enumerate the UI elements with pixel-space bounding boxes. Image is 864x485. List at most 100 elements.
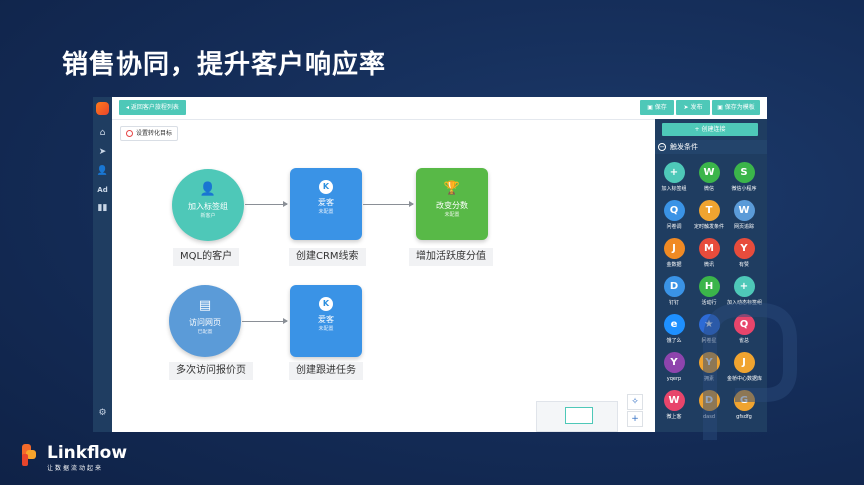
save-label: 保存 (654, 104, 667, 111)
publish-button[interactable]: ➤ 发布 (676, 100, 710, 115)
node-title: 改变分数 (436, 201, 468, 210)
trigger-icon: W (698, 162, 720, 183)
node-status: 未配置 (318, 209, 334, 215)
zoom-in-icon[interactable]: + (627, 411, 643, 427)
node-title: 爱客 (318, 315, 334, 324)
back-button-label: 返回客户旅程列表 (130, 104, 179, 111)
create-connection-button[interactable]: + 创建连接 (662, 123, 758, 136)
goal-label: 设置转化目标 (136, 130, 173, 137)
node-status: 新客户 (200, 213, 216, 219)
node-caption: 多次访问报价页 (169, 362, 253, 380)
node-status: 未配置 (444, 212, 460, 218)
trigger-label: 定时触发条件 (693, 224, 724, 230)
editor-toolbar: ◂ 返回客户旅程列表 ▣ 保存 ➤ 发布 ▣ 保存为模板 (112, 97, 767, 120)
trigger-icon: W (663, 390, 685, 411)
node-caption: 增加活跃度分值 (409, 248, 493, 266)
node-caption: MQL的客户 (173, 248, 240, 266)
trigger-item[interactable]: W 微上客 (657, 390, 691, 421)
node-caption: 创建CRM线索 (289, 248, 366, 266)
journey-editor-window: ⌂ ➤ 👤 Ad ▮▮ ⚙ ◂ 返回客户旅程列表 ▣ 保存 ➤ 发布 ▣ 保存为… (93, 97, 767, 432)
node-title: 爱客 (318, 198, 334, 207)
add-user-icon: 👤 (199, 182, 217, 197)
trigger-item[interactable]: + 加入标签组 (657, 162, 691, 193)
trigger-icon: + (733, 276, 755, 297)
target-icon (126, 130, 133, 137)
trigger-label: 钉钉 (668, 300, 679, 306)
save-button[interactable]: ▣ 保存 (640, 100, 674, 115)
back-to-journey-list-button[interactable]: ◂ 返回客户旅程列表 (119, 100, 186, 115)
section-title: 触发条件 (670, 143, 698, 151)
trigger-item[interactable]: Q 问卷调 (657, 200, 691, 231)
app-logo (96, 102, 109, 115)
trigger-item[interactable]: D 钉钉 (657, 276, 691, 307)
home-icon[interactable]: ⌂ (93, 128, 112, 138)
bar-chart-icon[interactable]: ▮▮ (93, 203, 112, 213)
trigger-label: 问卷调 (666, 224, 682, 230)
left-nav-rail: ⌂ ➤ 👤 Ad ▮▮ ⚙ (93, 97, 112, 432)
trigger-label: 微信 (703, 186, 714, 192)
connector-arrow (245, 201, 288, 207)
trigger-icon: M (698, 238, 720, 259)
trigger-icon: T (698, 200, 720, 221)
node-status: 已配置 (197, 329, 213, 335)
trigger-label: 微讯 (703, 262, 714, 268)
collapse-icon: − (658, 143, 666, 151)
node-title: 访问网页 (189, 318, 221, 327)
trigger-item[interactable]: J 金数据 (657, 238, 691, 269)
node-aike-crm[interactable]: K 爱客 未配置 (290, 168, 362, 240)
trigger-item[interactable]: Yyqerp (657, 352, 691, 383)
connector-arrow (363, 201, 414, 207)
brand-name: Linkflow (47, 443, 128, 463)
brand-tagline: 让数据流动起来 (47, 465, 104, 472)
trigger-label: yqerp (666, 376, 682, 382)
background-decoration (703, 303, 797, 440)
trigger-icon: Q (663, 200, 685, 221)
node-change-score[interactable]: 🏆 改变分数 未配置 (416, 168, 488, 240)
trigger-icon: Y (733, 238, 755, 259)
send-icon[interactable]: ➤ (93, 147, 112, 157)
trigger-icon: Y (663, 352, 685, 373)
node-add-tag-group[interactable]: 👤 加入标签组 新客户 (172, 169, 244, 241)
trigger-section-header[interactable]: − 触发条件 (655, 140, 767, 154)
node-status: 未配置 (318, 326, 334, 332)
trigger-item[interactable]: W 微信 (692, 162, 726, 193)
node-visit-webpage[interactable]: ▤ 访问网页 已配置 (169, 285, 241, 357)
linkflow-mark-icon (22, 444, 36, 466)
trigger-icon: D (663, 276, 685, 297)
save-as-template-button[interactable]: ▣ 保存为模板 (712, 100, 760, 115)
trigger-label: 加入标签组 (661, 186, 687, 192)
trigger-icon: S (733, 162, 755, 183)
save-template-label: 保存为模板 (724, 104, 755, 111)
trigger-item[interactable]: Y 有赞 (727, 238, 761, 269)
trigger-icon: + (663, 162, 685, 183)
user-icon[interactable]: 👤 (93, 166, 112, 176)
ad-icon[interactable]: Ad (93, 185, 112, 195)
k-badge-icon: K (319, 297, 333, 311)
trigger-icon: e (663, 314, 685, 335)
settings-gear-icon[interactable]: ⚙ (93, 408, 112, 418)
trigger-item[interactable]: S 微信小程序 (727, 162, 761, 193)
trigger-item[interactable]: M 微讯 (692, 238, 726, 269)
trigger-label: 微信小程序 (731, 186, 757, 192)
canvas-minimap[interactable] (536, 401, 618, 432)
publish-label: 发布 (690, 104, 703, 111)
trigger-label: 饿了么 (666, 338, 682, 344)
minimap-viewport[interactable] (565, 407, 593, 424)
trigger-item[interactable]: W 网页追踪 (727, 200, 761, 231)
trigger-label: 微上客 (666, 414, 682, 420)
save-icon: ▣ (647, 104, 655, 111)
slide-title: 销售协同，提升客户响应率 (62, 50, 387, 80)
node-caption: 创建跟进任务 (289, 362, 363, 380)
set-conversion-goal-button[interactable]: 设置转化目标 (120, 126, 179, 141)
k-badge-icon: K (319, 180, 333, 194)
trigger-item[interactable]: e 饿了么 (657, 314, 691, 345)
template-icon: ▣ (717, 104, 725, 111)
trigger-item[interactable]: T 定时触发条件 (692, 200, 726, 231)
node-aike-task[interactable]: K 爱客 未配置 (290, 285, 362, 357)
trigger-icon: J (663, 238, 685, 259)
web-page-icon: ▤ (198, 298, 212, 313)
fit-view-icon[interactable]: ✧ (627, 394, 643, 410)
trigger-label: 金数据 (666, 262, 682, 268)
connector-arrow (242, 318, 288, 324)
node-title: 加入标签组 (188, 202, 228, 211)
